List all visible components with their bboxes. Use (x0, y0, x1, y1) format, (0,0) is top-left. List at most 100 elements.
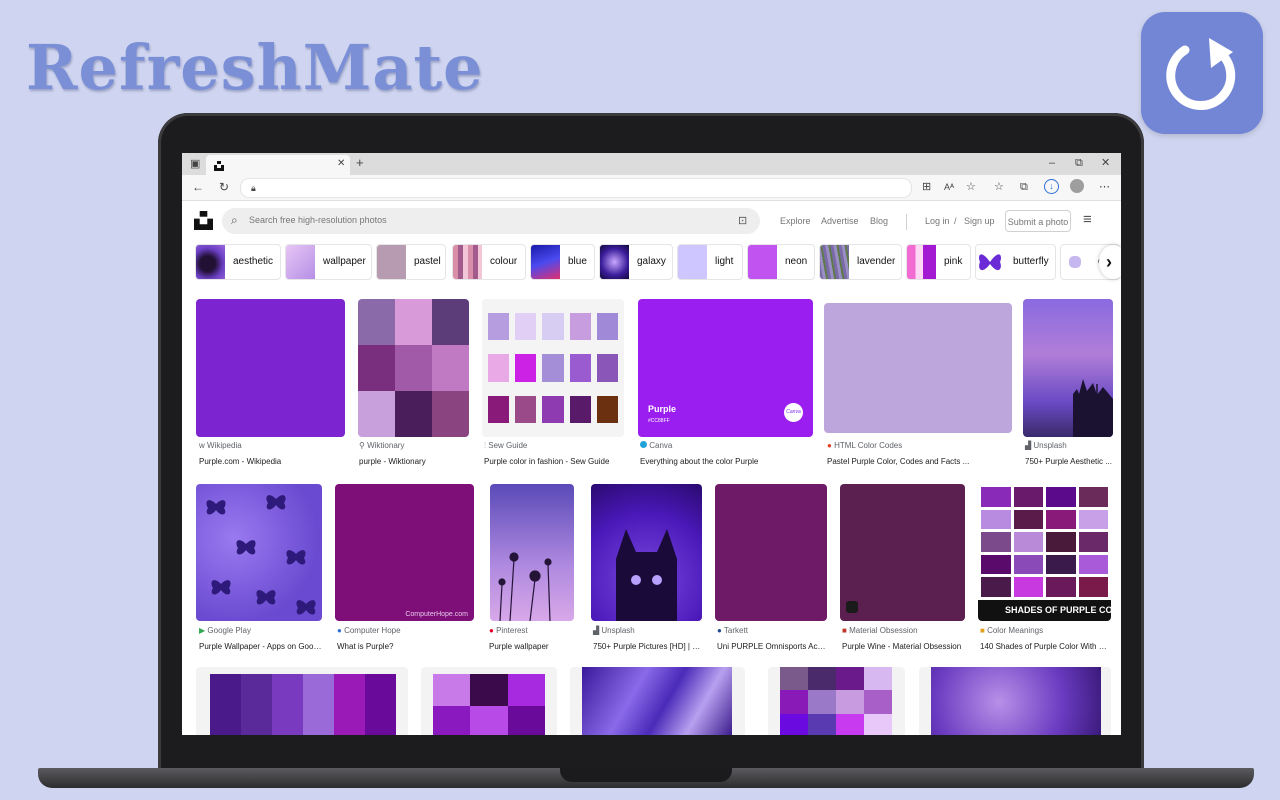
unsplash-favicon-icon (214, 158, 224, 171)
result-source[interactable]: ● Tarkett (717, 626, 748, 635)
downloads-icon[interactable]: ↓ (1044, 179, 1059, 194)
nav-explore[interactable]: Explore (780, 216, 811, 226)
result-image[interactable] (482, 299, 624, 437)
canva-color-hex: #CC88FF (648, 418, 670, 424)
result-source[interactable]: ● Pinterest (489, 626, 528, 635)
minimize-icon[interactable]: – (1049, 156, 1055, 170)
canva-color-name: Purple (648, 404, 677, 414)
site-header: ⌕ Search free high-resolution photos ⊡ E… (182, 201, 1121, 243)
chip-lavender[interactable]: lavender (819, 244, 902, 280)
result-source[interactable]: ⫶ Sew Guide (484, 441, 527, 451)
result-image[interactable]: SHADES OF PURPLE COLOR (978, 484, 1111, 621)
brand-badge (846, 601, 858, 613)
refresh-app-icon (1141, 12, 1263, 134)
result-title[interactable]: Purple Wine - Material Obsession (842, 642, 972, 651)
result-image[interactable] (1023, 299, 1113, 437)
chip-neon[interactable]: neon (747, 244, 815, 280)
nav-slash: / (954, 216, 957, 226)
browser-window: ▣ ✕ + – ⧉ ✕ ← ↻ 🔒︎ ⊞ Aᴬ ☆ ☆ ⧉ ↓ ⋯ ⌕ Sear… (182, 153, 1121, 735)
restore-icon[interactable]: ⧉ (1075, 156, 1083, 170)
chip-pastel[interactable]: pastel (376, 244, 446, 280)
result-title[interactable]: Everything about the color Purple (640, 457, 818, 466)
lock-icon: 🔒︎ (251, 183, 256, 193)
chip-colour[interactable]: colour (452, 244, 526, 280)
canva-logo: Canva (784, 403, 803, 422)
profile-avatar[interactable] (1070, 179, 1084, 193)
unsplash-logo-icon[interactable] (194, 211, 213, 235)
search-icon[interactable]: ⌕ (231, 213, 238, 227)
result-source[interactable]: ● HTML Color Codes (827, 441, 902, 450)
favorites-icon[interactable]: ☆ (994, 180, 1004, 194)
chip-wallpaper[interactable]: wallpaper (285, 244, 372, 280)
result-title[interactable]: 750+ Purple Pictures [HD] | D... (593, 642, 701, 651)
more-menu-icon[interactable]: ⋯ (1099, 180, 1110, 194)
result-image[interactable] (824, 303, 1012, 433)
result-image[interactable] (490, 484, 574, 621)
result-source[interactable]: ● Computer Hope (337, 626, 401, 635)
result-title[interactable]: purple - Wiktionary (359, 457, 474, 466)
hamburger-menu-icon[interactable]: ≡ (1083, 212, 1092, 227)
app-title: RefreshMate (26, 31, 484, 104)
result-title[interactable]: Pastel Purple Color, Codes and Facts ... (827, 457, 1011, 466)
result-title[interactable]: Purple wallpaper (489, 642, 584, 651)
result-source[interactable]: ▶ Google Play (199, 626, 251, 635)
chip-light[interactable]: light (677, 244, 743, 280)
login-link[interactable]: Log in (925, 216, 950, 226)
result-image[interactable] (570, 667, 745, 735)
result-image[interactable] (196, 667, 408, 735)
result-image[interactable] (715, 484, 827, 621)
result-image[interactable] (591, 484, 702, 621)
tab-actions-icon[interactable]: ▣ (190, 157, 200, 171)
laptop-notch (560, 768, 732, 782)
result-source[interactable]: ▟ Unsplash (1025, 441, 1067, 450)
chips-next-icon[interactable]: › (1099, 245, 1121, 279)
canva-result-image[interactable]: Purple #CC88FF Canva (638, 299, 813, 437)
read-aloud-icon[interactable]: Aᴬ (944, 180, 954, 194)
chip-aesthetic[interactable]: aesthetic (195, 244, 281, 280)
result-source[interactable]: ■ Color Meanings (980, 626, 1043, 635)
result-image[interactable] (768, 667, 905, 735)
new-tab-icon[interactable]: + (356, 156, 364, 170)
chip-galaxy[interactable]: galaxy (599, 244, 673, 280)
result-source[interactable]: ■ Material Obsession (842, 626, 918, 635)
address-bar[interactable]: 🔒︎ (240, 178, 912, 198)
chip-pink[interactable]: pink (906, 244, 971, 280)
signup-link[interactable]: Sign up (964, 216, 995, 226)
result-image[interactable]: ComputerHope.com (335, 484, 474, 621)
result-title[interactable]: Purple color in fashion - Sew Guide (484, 457, 629, 466)
collections-icon[interactable]: ⧉ (1020, 180, 1028, 194)
chip-butterfly[interactable]: butterfly (975, 244, 1056, 280)
close-window-icon[interactable]: ✕ (1101, 156, 1110, 170)
result-image[interactable] (358, 299, 469, 437)
result-title[interactable]: Uni PURPLE Omnisports Activ... (717, 642, 827, 651)
app-available-icon[interactable]: ⊞ (922, 180, 931, 194)
result-image[interactable] (421, 667, 557, 735)
submit-photo-button[interactable]: Submit a photo (1005, 210, 1071, 232)
result-image[interactable] (196, 484, 322, 621)
result-image[interactable] (840, 484, 965, 621)
nav-blog[interactable]: Blog (870, 216, 888, 226)
result-source[interactable]: Canva (640, 441, 672, 450)
visual-search-icon[interactable]: ⊡ (738, 214, 747, 228)
nav-advertise[interactable]: Advertise (821, 216, 859, 226)
result-source[interactable]: ᴡ Wikipedia (199, 441, 242, 450)
result-source[interactable]: ⚲ Wiktionary (359, 441, 404, 450)
search-input[interactable]: Search free high-resolution photos (249, 215, 387, 225)
result-image[interactable] (919, 667, 1111, 735)
result-image[interactable] (196, 299, 345, 437)
back-icon[interactable]: ← (192, 180, 204, 194)
result-title[interactable]: Purple.com - Wikipedia (199, 457, 347, 466)
add-favorite-icon[interactable]: ☆ (966, 180, 976, 194)
result-title[interactable]: 140 Shades of Purple Color With Na... (980, 642, 1110, 651)
active-tab[interactable]: ✕ (206, 155, 350, 175)
search-bar[interactable]: ⌕ Search free high-resolution photos ⊡ (222, 208, 760, 234)
result-title[interactable]: What is Purple? (337, 642, 475, 651)
result-title[interactable]: Purple Wallpaper - Apps on Googl... (199, 642, 324, 651)
result-title[interactable]: 750+ Purple Aesthetic ... (1025, 457, 1117, 466)
close-tab-icon[interactable]: ✕ (337, 157, 345, 171)
chip-blue[interactable]: blue (530, 244, 595, 280)
refresh-icon[interactable]: ↻ (219, 180, 229, 194)
result-source[interactable]: ▟ Unsplash (593, 626, 635, 635)
tab-bar: ▣ ✕ + – ⧉ ✕ (182, 153, 1121, 175)
address-toolbar: ← ↻ 🔒︎ ⊞ Aᴬ ☆ ☆ ⧉ ↓ ⋯ (182, 175, 1121, 201)
